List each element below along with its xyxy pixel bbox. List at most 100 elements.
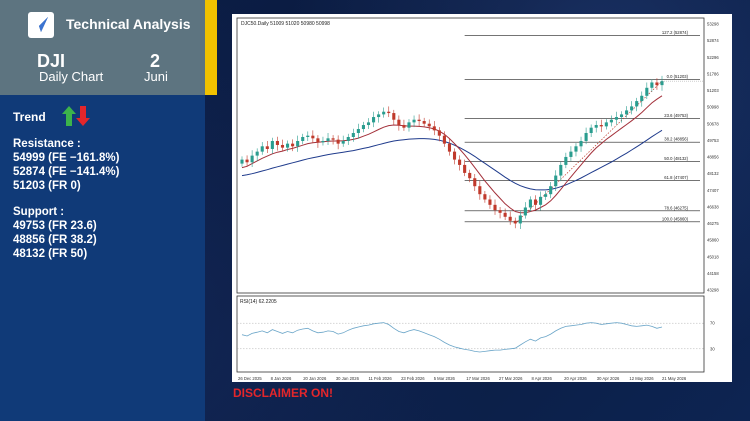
date-axis-label: 20 Apr 2026	[564, 376, 587, 381]
candle-body	[599, 125, 603, 127]
candle-body	[397, 119, 401, 126]
candle-body	[351, 133, 355, 137]
resistance-title: Resistance :	[13, 138, 81, 150]
candle-body	[296, 140, 300, 147]
candle-body	[589, 127, 593, 134]
candle-body	[503, 212, 507, 217]
chart-frame: DJC50.Daily 51009 51020 50980 50998 RSI(…	[232, 14, 732, 382]
candle-body	[518, 215, 522, 224]
candle-body	[447, 143, 452, 152]
price-axis-label: 46275	[707, 221, 719, 226]
candle-body	[513, 220, 517, 224]
candle-body	[539, 196, 543, 205]
candle-body	[285, 143, 290, 148]
fib-label: 23.6 (49753)	[664, 113, 688, 118]
candle-body	[594, 125, 598, 128]
candle-body	[452, 151, 457, 160]
candle-body	[407, 122, 411, 128]
trend-label: Trend	[13, 110, 46, 124]
candle-body	[291, 143, 295, 147]
candle-body	[584, 133, 588, 141]
resistance-level-1: 54999 (FE −161.8%)	[13, 152, 120, 164]
rsi-label: RSI(14) 62.2205	[240, 299, 277, 305]
rsi-plot-area	[236, 295, 705, 373]
fib-label: 61.8 (47407)	[664, 175, 688, 180]
candle-body	[356, 129, 360, 134]
date-axis-label: 11 Feb 2026	[368, 376, 392, 381]
candle-body	[625, 110, 629, 115]
price-axis-label: 44158	[707, 271, 719, 276]
candle-body	[382, 111, 386, 115]
date-axis-label: 8 Apr 2026	[532, 376, 553, 381]
date-axis-label: 21 May 2026	[662, 376, 687, 381]
date-axis-label: 30 Apr 2026	[597, 376, 620, 381]
candle-body	[483, 194, 487, 200]
fib-label: 38.2 (48856)	[664, 137, 688, 142]
candle-body	[265, 146, 269, 149]
candle-body	[569, 151, 573, 157]
candle-body	[387, 111, 391, 114]
candle-body	[493, 204, 497, 211]
brand-logo-icon	[28, 12, 54, 38]
candle-body	[346, 136, 350, 141]
date-axis-label: 26 Dec 2025	[238, 376, 262, 381]
date-axis-label: 17 Mar 2026	[466, 376, 490, 381]
candle-body	[473, 178, 477, 187]
candle-body	[422, 121, 426, 124]
main-plot-area	[236, 17, 705, 294]
price-axis-label: 45860	[707, 238, 719, 243]
candle-body	[336, 139, 340, 144]
resistance-level-2: 52874 (FE −141.4%)	[13, 166, 120, 178]
candle-body	[361, 125, 365, 130]
price-axis-label: 50678	[707, 121, 719, 126]
price-axis-label: 50998	[707, 105, 719, 110]
candle-body	[255, 151, 259, 156]
date-axis-label: 30 Jan 2026	[336, 376, 360, 381]
candle-body	[564, 156, 568, 165]
candle-body	[372, 117, 376, 123]
price-axis-label: 43298	[707, 288, 719, 293]
candle-body	[458, 159, 462, 165]
rsi-level-label: 30	[710, 346, 715, 351]
brand-title: Technical Analysis	[66, 16, 191, 32]
date-axis-label: 23 Feb 2026	[401, 376, 425, 381]
candle-body	[650, 82, 654, 88]
disclaimer-text: DISCLAIMER ON!	[233, 386, 333, 400]
candle-body	[301, 136, 305, 141]
candle-body	[280, 144, 285, 148]
candle-body	[392, 113, 396, 120]
support-level-1: 49753 (FR 23.6)	[13, 220, 97, 232]
candle-body	[559, 164, 563, 176]
price-axis-label: 53298	[707, 22, 719, 27]
support-level-3: 48132 (FR 50)	[13, 248, 88, 260]
candle-body	[579, 140, 583, 147]
date-axis-label: 8 Jan 2026	[271, 376, 292, 381]
candle-body	[619, 114, 624, 118]
candle-body	[275, 140, 279, 145]
candle-body	[640, 95, 644, 102]
fib-label: 127.2 (52874)	[662, 30, 689, 35]
fib-label: 50.0 (48132)	[664, 156, 688, 161]
candle-body	[533, 199, 538, 205]
header-accent-bar	[205, 0, 217, 95]
resistance-level-3: 51203 (FR 0)	[13, 180, 81, 192]
candle-body	[498, 210, 502, 213]
fib-label: 0.0 (51203)	[667, 74, 689, 79]
candle-body	[630, 106, 634, 111]
trend-arrows-icon	[61, 104, 91, 133]
candle-body	[655, 82, 659, 86]
candle-body	[270, 140, 274, 149]
date-axis-label: 20 Jan 2026	[303, 376, 327, 381]
price-axis-label: 51786	[707, 71, 719, 76]
candle-body	[412, 119, 416, 123]
candle-body	[645, 87, 649, 96]
candle-body	[417, 119, 421, 122]
candle-body	[478, 186, 482, 195]
candle-body	[604, 122, 608, 127]
candle-body	[331, 138, 335, 140]
chart-kind-label: Daily Chart	[39, 69, 104, 84]
price-axis-label: 52296	[707, 55, 719, 60]
price-axis-label: 51203	[707, 88, 719, 93]
price-axis-label: 52874	[707, 38, 719, 43]
chart-title: DJC50.Daily 51009 51020 50980 50998	[241, 21, 330, 27]
